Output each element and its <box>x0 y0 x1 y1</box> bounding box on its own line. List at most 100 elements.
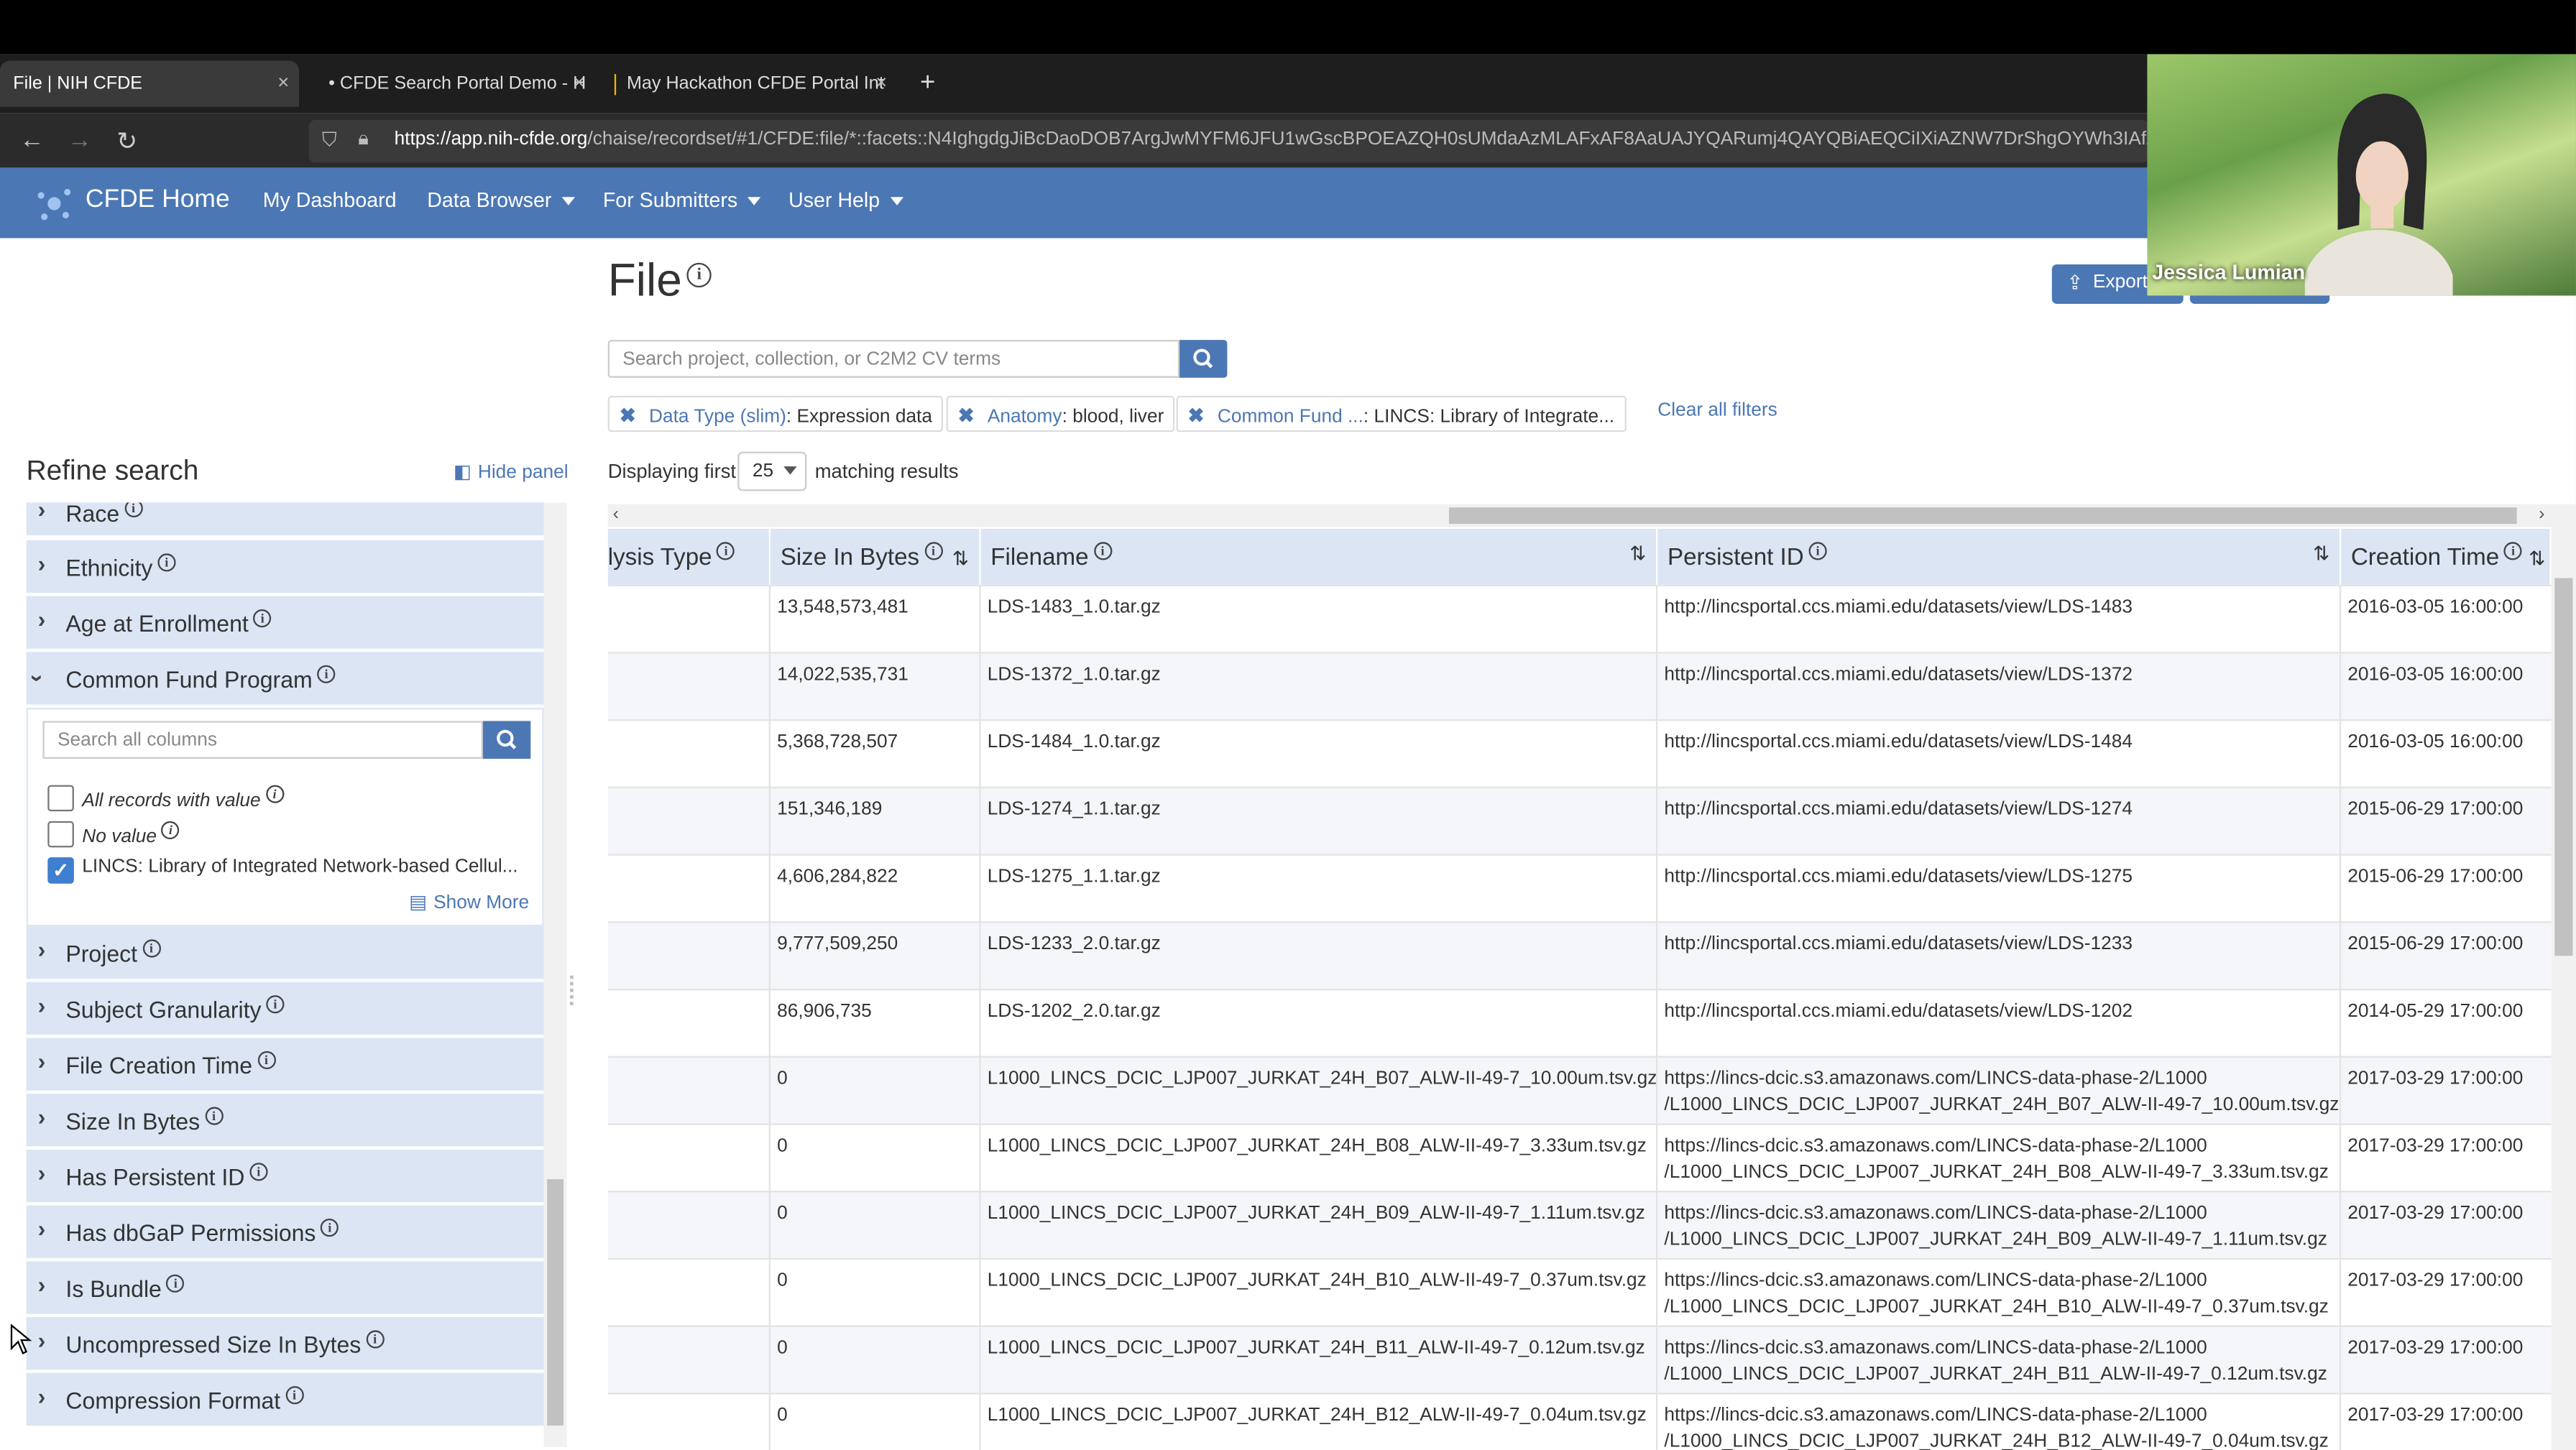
cell-pid1[interactable]: https://lincs-dcic.s3.amazonaws.com/LINC… <box>1664 1201 2207 1227</box>
info-icon[interactable]: i <box>1808 542 1827 560</box>
cell-pid1[interactable]: http://lincsportal.ccs.miami.edu/dataset… <box>1664 729 2133 756</box>
table-row[interactable]: 9,777,509,250 LDS-1233_2.0.tar.gz http://l… <box>607 921 2552 989</box>
facet-compression-format[interactable]: › Compression Format i <box>26 1372 544 1426</box>
tab-cfde-demo[interactable]: • CFDE Search Portal Demo - H × <box>305 61 594 107</box>
nav-my-dashboard[interactable]: My Dashboard <box>263 189 397 212</box>
facet-scrollbar[interactable] <box>543 502 567 1447</box>
cell-pid1[interactable]: https://lincs-dcic.s3.amazonaws.com/LINC… <box>1664 1133 2207 1160</box>
scroll-left-icon[interactable]: ‹ <box>613 504 619 524</box>
info-icon[interactable]: i <box>124 502 143 517</box>
table-vertical-scrollbar[interactable] <box>2551 504 2576 1450</box>
address-bar[interactable]: ⛉ 🔒︎ https://app.nih-cfde.org/chaise/rec… <box>308 119 2205 163</box>
column-header-filename[interactable]: Filename i ⇅ <box>980 528 1658 585</box>
nav-user-help[interactable]: User Help <box>788 189 903 212</box>
table-row[interactable]: 0 L1000_LINCS_DCIC_LJP007_JURKAT_24H_B12_… <box>607 1393 2552 1450</box>
checkbox-no-value[interactable] <box>47 821 74 848</box>
cell-pid2[interactable]: /L1000_LINCS_DCIC_LJP007_JURKAT_24H_B12_… <box>1664 1429 2328 1450</box>
page-size-select[interactable]: 25 <box>737 451 807 491</box>
info-icon[interactable]: i <box>317 665 336 683</box>
facet-subject-granularity[interactable]: › Subject Granularity i <box>26 982 544 1038</box>
clear-all-filters-link[interactable]: Clear all filters <box>1657 401 1777 420</box>
tab-file-cfde[interactable]: File | NIH CFDE × <box>0 60 299 107</box>
cell-pid1[interactable]: https://lincs-dcic.s3.amazonaws.com/LINC… <box>1664 1335 2207 1362</box>
reload-icon[interactable]: ↻ <box>116 126 137 156</box>
table-row[interactable]: 86,906,735 LDS-1202_2.0.tar.gz http://linc… <box>607 988 2552 1056</box>
info-icon[interactable]: i <box>717 542 735 560</box>
main-search-input[interactable]: Search project, collection, or C2M2 CV t… <box>607 340 1180 378</box>
back-arrow-icon[interactable]: ← <box>19 126 44 154</box>
facet-project[interactable]: › Project i <box>26 926 544 982</box>
facet-has-dbgap-permissions[interactable]: › Has dbGaP Permissions i <box>26 1205 544 1262</box>
facet-file-creation-time[interactable]: › File Creation Time i <box>26 1038 544 1094</box>
nav-for-submitters[interactable]: For Submitters <box>603 189 761 212</box>
filter-chip-anatomy[interactable]: ✖ Anatomy: blood, liver <box>946 395 1176 433</box>
info-icon[interactable]: i <box>2504 542 2523 560</box>
facet-ethnicity[interactable]: › Ethnicity i <box>26 540 544 596</box>
info-icon[interactable]: i <box>924 542 943 560</box>
info-icon[interactable]: i <box>1093 542 1112 560</box>
table-row[interactable]: 0 L1000_LINCS_DCIC_LJP007_JURKAT_24H_B10_… <box>607 1257 2552 1326</box>
remove-filter-icon[interactable]: ✖ <box>1188 404 1205 427</box>
table-row[interactable]: 4,606,284,822 LDS-1275_1.1.tar.gz http://l… <box>607 854 2552 922</box>
facet-search-button[interactable] <box>482 721 531 759</box>
close-tab-icon[interactable]: × <box>574 70 585 93</box>
info-icon[interactable]: i <box>166 1274 185 1293</box>
remove-filter-icon[interactable]: ✖ <box>620 404 636 427</box>
cell-pid2[interactable]: /L1000_LINCS_DCIC_LJP007_JURKAT_24H_B11_… <box>1664 1362 2327 1388</box>
brand-home-link[interactable]: CFDE Home <box>86 185 230 215</box>
facet-is-bundle[interactable]: › Is Bundle i <box>26 1261 544 1318</box>
column-header-analysis-type[interactable]: lysis Type i <box>607 528 770 585</box>
checkbox-lincs[interactable]: ✓ <box>47 857 74 884</box>
info-icon[interactable]: i <box>266 995 285 1014</box>
scrollbar-thumb[interactable] <box>1448 507 2517 525</box>
cell-pid2[interactable]: /L1000_LINCS_DCIC_LJP007_JURKAT_24H_B08_… <box>1664 1160 2328 1186</box>
scroll-right-icon[interactable]: › <box>2539 504 2544 524</box>
scrollbar-thumb[interactable] <box>2554 578 2573 956</box>
info-icon[interactable]: i <box>321 1218 339 1237</box>
table-horizontal-scrollbar[interactable]: ‹ › <box>607 504 2552 527</box>
column-header-persistent-id[interactable]: Persistent ID i ⇅ <box>1657 528 2342 585</box>
cell-pid1[interactable]: http://lincsportal.ccs.miami.edu/dataset… <box>1664 797 2133 823</box>
sort-icon[interactable]: ⇅ <box>2529 547 2545 570</box>
info-icon[interactable]: i <box>157 553 176 572</box>
cell-pid2[interactable]: /L1000_LINCS_DCIC_LJP007_JURKAT_24H_B07_… <box>1664 1092 2339 1119</box>
table-row[interactable]: 14,022,535,731 LDS-1372_1.0.tar.gz http://… <box>607 652 2552 720</box>
sort-icon[interactable]: ⇅ <box>2313 542 2329 565</box>
cell-pid2[interactable]: /L1000_LINCS_DCIC_LJP007_JURKAT_24H_B10_… <box>1664 1294 2328 1321</box>
facet-common-fund-program[interactable]: › Common Fund Program i <box>26 652 544 708</box>
column-header-creation-time[interactable]: Creation Time i ⇅ <box>2341 528 2552 585</box>
cell-pid1[interactable]: http://lincsportal.ccs.miami.edu/dataset… <box>1664 594 2133 621</box>
close-tab-icon[interactable]: × <box>277 70 289 93</box>
info-icon[interactable]: i <box>249 1163 268 1181</box>
tab-hackathon[interactable]: May Hackathon CFDE Portal Int × <box>602 61 897 107</box>
info-icon[interactable]: i <box>285 1386 304 1405</box>
sort-icon[interactable]: ⇅ <box>1629 542 1646 565</box>
cell-pid1[interactable]: http://lincsportal.ccs.miami.edu/dataset… <box>1664 931 2133 958</box>
checkbox-all-records[interactable] <box>47 785 74 812</box>
facet-size-in-bytes[interactable]: › Size In Bytes i <box>26 1094 544 1150</box>
search-button[interactable] <box>1179 340 1228 378</box>
info-icon[interactable]: i <box>686 262 712 287</box>
table-row[interactable]: 0 L1000_LINCS_DCIC_LJP007_JURKAT_24H_B08_… <box>607 1123 2552 1191</box>
cell-pid2[interactable]: /L1000_LINCS_DCIC_LJP007_JURKAT_24H_B09_… <box>1664 1227 2327 1253</box>
facet-search-input[interactable]: Search all columns <box>42 721 483 759</box>
info-icon[interactable]: i <box>366 1330 385 1349</box>
info-icon[interactable]: i <box>253 609 272 628</box>
panel-resize-handle[interactable] <box>570 975 578 1005</box>
info-icon[interactable]: i <box>161 821 180 839</box>
nav-data-browser[interactable]: Data Browser <box>427 189 575 212</box>
facet-age-at-enrollment[interactable]: › Age at Enrollment i <box>26 596 544 652</box>
cell-pid1[interactable]: http://lincsportal.ccs.miami.edu/dataset… <box>1664 662 2133 688</box>
cell-pid1[interactable]: https://lincs-dcic.s3.amazonaws.com/LINC… <box>1664 1403 2207 1429</box>
info-icon[interactable]: i <box>142 939 161 958</box>
info-icon[interactable]: i <box>265 785 284 803</box>
table-row[interactable]: 0 L1000_LINCS_DCIC_LJP007_JURKAT_24H_B09_… <box>607 1191 2552 1258</box>
sort-icon[interactable]: ⇅ <box>952 547 969 570</box>
new-tab-button[interactable]: + <box>907 61 949 107</box>
facet-uncompressed-size[interactable]: › Uncompressed Size In Bytes i <box>26 1317 544 1373</box>
cell-pid1[interactable]: http://lincsportal.ccs.miami.edu/dataset… <box>1664 999 2133 1025</box>
cell-pid1[interactable]: https://lincs-dcic.s3.amazonaws.com/LINC… <box>1664 1066 2207 1092</box>
table-row[interactable]: 0 L1000_LINCS_DCIC_LJP007_JURKAT_24H_B07_… <box>607 1056 2552 1124</box>
hide-panel-link[interactable]: ◧ Hide panel <box>454 460 569 483</box>
column-header-size[interactable]: Size In Bytes i ⇅ <box>770 528 981 585</box>
